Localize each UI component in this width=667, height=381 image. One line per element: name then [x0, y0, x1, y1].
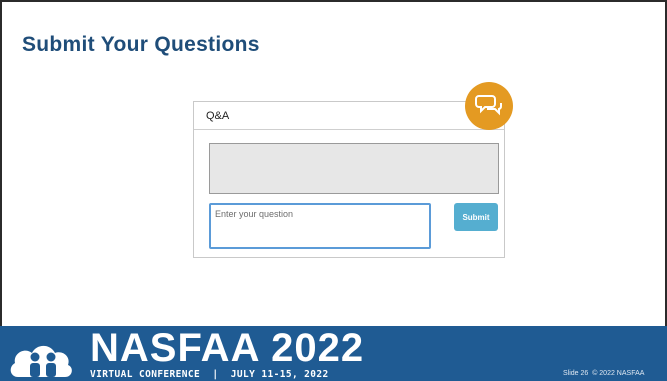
- slide-number-text: Slide 26: [563, 370, 589, 377]
- submit-button[interactable]: Submit: [454, 203, 498, 231]
- slide: Submit Your Questions Q&A Submit NASFAA …: [0, 0, 667, 381]
- brand-subtitle: VIRTUAL CONFERENCE | JULY 11-15, 2022: [90, 369, 329, 380]
- people-cloud-logo-icon: [8, 329, 80, 379]
- qa-header: Q&A: [194, 102, 504, 130]
- qa-panel: Q&A Submit: [193, 101, 505, 258]
- slide-title: Submit Your Questions: [22, 33, 260, 56]
- brand-title: NASFAA 2022: [90, 326, 365, 370]
- footer-banner: NASFAA 2022 VIRTUAL CONFERENCE | JULY 11…: [0, 326, 667, 381]
- copyright-text: © 2022 NASFAA: [592, 370, 645, 377]
- slide-number: Slide 26 © 2022 NASFAA: [563, 370, 644, 377]
- question-input[interactable]: [209, 203, 431, 249]
- chat-bubbles-icon: [465, 82, 513, 130]
- qa-label: Q&A: [206, 110, 230, 122]
- qa-history-area: [209, 143, 499, 194]
